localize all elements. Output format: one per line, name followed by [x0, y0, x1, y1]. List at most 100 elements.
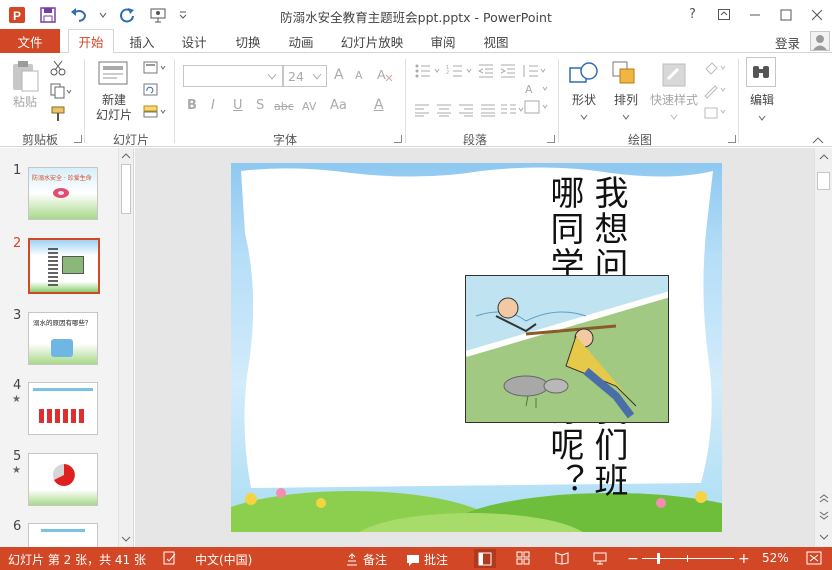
- font-launcher[interactable]: [394, 135, 402, 143]
- minimize-button[interactable]: [739, 0, 770, 29]
- tab-slideshow[interactable]: 幻灯片放映: [334, 29, 410, 54]
- shapes-button[interactable]: 形状: [565, 59, 603, 125]
- proofing-icon: [163, 551, 176, 565]
- clipboard-launcher[interactable]: [74, 135, 82, 143]
- shape-fill-button[interactable]: [703, 61, 727, 80]
- account-avatar[interactable]: [810, 31, 830, 51]
- binoculars-icon: [753, 66, 769, 78]
- zoom-slider[interactable]: [642, 553, 734, 564]
- paragraph-launcher[interactable]: [547, 135, 555, 143]
- reset-slide-button[interactable]: [143, 83, 159, 100]
- next-slide-icon[interactable]: [817, 510, 831, 520]
- fit-to-window-icon: [806, 551, 822, 565]
- underline-button[interactable]: U: [233, 98, 243, 113]
- normal-view-button[interactable]: [474, 549, 496, 568]
- scroll-down-icon: [121, 536, 131, 542]
- paragraph-controls: 12 A: [412, 61, 552, 127]
- tab-review[interactable]: 审阅: [421, 29, 465, 54]
- tab-view[interactable]: 视图: [474, 29, 518, 54]
- collapse-ribbon-button[interactable]: [812, 133, 824, 147]
- numbering-icon[interactable]: 12: [446, 63, 476, 79]
- text-direction-icon[interactable]: A: [524, 81, 548, 97]
- bullets-icon[interactable]: [414, 63, 444, 79]
- quick-styles-button[interactable]: 快速样式: [648, 59, 700, 125]
- shape-effects-button[interactable]: [703, 105, 727, 124]
- previous-slide-icon[interactable]: [817, 494, 831, 504]
- increase-indent-icon[interactable]: [500, 63, 516, 79]
- layout-button[interactable]: [143, 61, 167, 78]
- comments-button[interactable]: 批注: [406, 551, 448, 568]
- slideshow-button[interactable]: [593, 551, 607, 565]
- tab-insert[interactable]: 插入: [120, 29, 164, 54]
- zoom-out-button[interactable]: −: [627, 551, 639, 567]
- zoom-level[interactable]: 52%: [762, 551, 789, 565]
- fit-slide-button[interactable]: [806, 551, 822, 565]
- shapes-label: 形状: [571, 93, 596, 107]
- slideshow-icon: [593, 552, 607, 565]
- group-label-clipboard: 剪贴板: [21, 133, 58, 147]
- text-shadow-button[interactable]: S: [256, 98, 264, 113]
- spell-check-button[interactable]: [163, 551, 177, 565]
- reading-view-button[interactable]: [555, 551, 569, 565]
- justify-icon[interactable]: [480, 103, 496, 117]
- tab-design[interactable]: 设计: [172, 29, 216, 54]
- thumbnail-number: 6: [13, 519, 22, 534]
- align-text-icon[interactable]: [524, 99, 548, 115]
- editor-scrollbar[interactable]: [814, 148, 832, 547]
- editor-scroll-thumb[interactable]: [817, 172, 830, 190]
- columns-icon[interactable]: [500, 103, 524, 117]
- line-spacing-icon[interactable]: [522, 63, 546, 79]
- tab-file[interactable]: 文件: [0, 29, 60, 53]
- italic-button[interactable]: I: [211, 98, 215, 113]
- align-left-icon[interactable]: [414, 103, 430, 117]
- close-button[interactable]: [801, 0, 832, 29]
- ribbon-display-options-button[interactable]: [708, 0, 739, 29]
- thumbnail-number: 3: [13, 308, 22, 323]
- font-color-button[interactable]: A: [374, 97, 384, 113]
- thumbnail-scroll-thumb[interactable]: [121, 164, 131, 214]
- slide-sorter-button[interactable]: [516, 551, 530, 565]
- chevron-down-icon: [758, 115, 766, 121]
- font-size-field[interactable]: 24: [283, 65, 327, 87]
- shrink-font-button[interactable]: A: [355, 69, 363, 82]
- decrease-indent-icon[interactable]: [478, 63, 494, 79]
- align-center-icon[interactable]: [436, 103, 452, 117]
- drawing-launcher[interactable]: [728, 135, 736, 143]
- comments-label: 批注: [424, 553, 449, 567]
- notes-button[interactable]: 备注: [345, 551, 387, 568]
- sign-in-link[interactable]: 登录: [775, 33, 800, 52]
- strikethrough-button[interactable]: abc: [274, 100, 294, 113]
- new-slide-icon: [98, 61, 128, 85]
- new-slide-button[interactable]: 新建 幻灯片: [92, 59, 136, 129]
- shape-outline-button[interactable]: [703, 83, 727, 102]
- cut-button[interactable]: [50, 60, 66, 79]
- tab-animations[interactable]: 动画: [279, 29, 323, 54]
- zoom-in-button[interactable]: +: [738, 551, 750, 567]
- copy-button[interactable]: [50, 83, 72, 102]
- grow-font-button[interactable]: A: [334, 67, 344, 83]
- thumbnail-scrollbar[interactable]: [118, 148, 132, 547]
- slide-thumbnails-pane[interactable]: 1 防溺水安全 · 珍爱生命 2 3 溺水的原因有哪些？ 4 ★ 5 ★ 6: [0, 148, 134, 549]
- section-button[interactable]: [143, 105, 167, 122]
- clear-formatting-button[interactable]: A: [376, 66, 394, 85]
- language-status[interactable]: 中文(中国): [195, 551, 252, 568]
- paste-button[interactable]: 粘贴: [10, 59, 42, 119]
- bold-button[interactable]: B: [187, 98, 197, 113]
- character-spacing-button[interactable]: AV: [302, 100, 316, 113]
- arrange-button[interactable]: 排列: [607, 59, 645, 125]
- tab-home[interactable]: 开始: [68, 29, 114, 54]
- help-button[interactable]: ?: [677, 0, 708, 29]
- paste-label: 粘贴: [12, 95, 37, 109]
- zoom-slider-thumb[interactable]: [657, 553, 660, 564]
- change-case-button[interactable]: Aa: [330, 98, 347, 113]
- align-right-icon[interactable]: [458, 103, 474, 117]
- paste-icon: [13, 61, 39, 92]
- thumbnail-title: 溺水的原因有哪些？: [33, 319, 92, 327]
- maximize-button[interactable]: [770, 0, 801, 29]
- font-name-field[interactable]: [183, 65, 283, 87]
- format-painter-button[interactable]: [50, 106, 66, 125]
- editing-button[interactable]: 编辑: [746, 57, 778, 123]
- current-slide[interactable]: 我想问一问，我们班哪同学喜欢游泳呢？: [231, 163, 722, 532]
- tab-transitions[interactable]: 切换: [226, 29, 270, 54]
- reading-view-icon: [555, 552, 569, 565]
